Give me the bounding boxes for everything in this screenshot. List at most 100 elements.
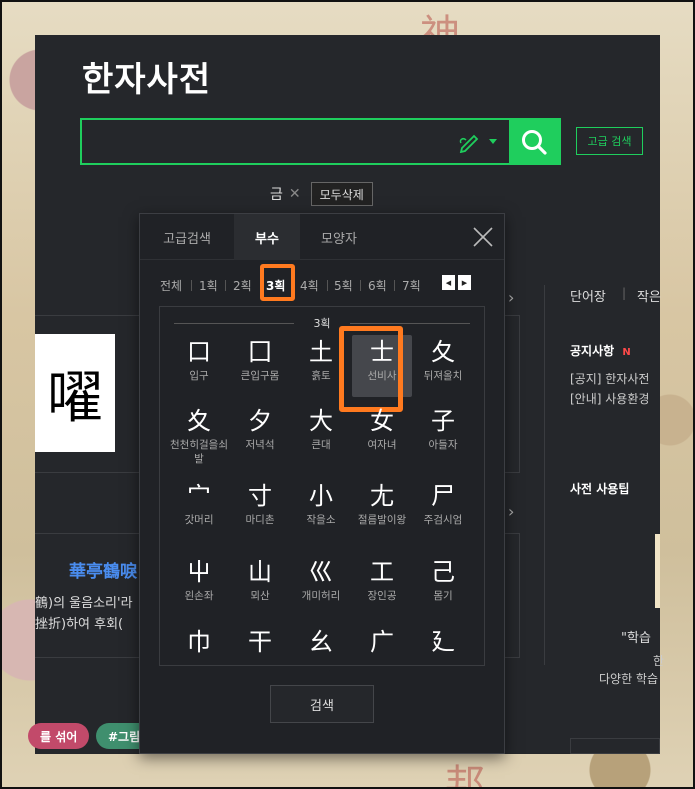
radical-item[interactable]: 巛 개미허리 bbox=[291, 555, 351, 603]
radical-item[interactable]: 巾 bbox=[169, 625, 229, 659]
more-chevron-icon[interactable]: › bbox=[508, 502, 514, 521]
radical-name: 천천히걸을쇠발 bbox=[170, 439, 228, 465]
radical-item[interactable]: 夂 뒤져올치 bbox=[413, 335, 473, 383]
idiom-link-text[interactable]: 華亭鶴唳 bbox=[69, 562, 137, 582]
radical-item[interactable]: 尢 절름발이왕 bbox=[352, 479, 412, 527]
selected-radical-highlight bbox=[339, 326, 403, 412]
radical-item[interactable]: 宀 갓머리 bbox=[169, 479, 229, 527]
tab-separator bbox=[394, 280, 395, 291]
page-title: 한자사전 bbox=[82, 60, 212, 100]
radical-name: 개미허리 bbox=[301, 590, 341, 602]
radical-item[interactable]: 女 여자녀 bbox=[352, 404, 412, 452]
radical-item[interactable]: 干 bbox=[230, 625, 290, 659]
tab-separator bbox=[191, 280, 192, 291]
radical-glyph: 尢 bbox=[370, 482, 394, 510]
radical-glyph: 尸 bbox=[431, 482, 455, 510]
close-icon[interactable] bbox=[472, 226, 494, 248]
radical-glyph: 广 bbox=[370, 628, 394, 656]
radical-name: 마디촌 bbox=[245, 514, 275, 526]
radical-name: 작을소 bbox=[306, 514, 336, 526]
radical-glyph: 女 bbox=[370, 407, 394, 435]
search-icon bbox=[522, 129, 547, 155]
idiom-description: 鶴)의 울음소리'라 bbox=[35, 596, 133, 611]
search-chip-label: 금 bbox=[270, 187, 283, 203]
right-tab-vocab[interactable]: 단어장 bbox=[570, 286, 606, 305]
radical-item[interactable]: 山 뫼산 bbox=[230, 555, 290, 603]
tab-shape[interactable]: 모양자 bbox=[300, 214, 378, 260]
stroke-group-header: 3획 bbox=[313, 317, 331, 330]
notice-item[interactable]: [안내] 사용환경 bbox=[570, 390, 649, 407]
radical-name: 몸기 bbox=[433, 590, 453, 602]
radical-glyph: 己 bbox=[431, 558, 455, 586]
column-divider bbox=[544, 285, 545, 665]
radical-glyph: 寸 bbox=[248, 482, 272, 510]
radical-item[interactable]: 幺 bbox=[291, 625, 351, 659]
radical-item[interactable]: 广 bbox=[352, 625, 412, 659]
tab-separator bbox=[225, 280, 226, 291]
prev-arrow-glyph: ◀ bbox=[445, 278, 452, 287]
radical-item[interactable]: 夊 천천히걸을쇠발 bbox=[169, 404, 229, 466]
radical-name: 여자녀 bbox=[367, 439, 397, 451]
radical-item[interactable]: 尸 주검시엄 bbox=[413, 479, 473, 527]
radical-glyph: 夂 bbox=[431, 338, 455, 366]
search-chip-row: 금 ✕ 모두삭제 bbox=[270, 182, 373, 206]
next-arrow-glyph: ▶ bbox=[461, 278, 468, 287]
handwriting-pen-icon[interactable] bbox=[458, 131, 482, 153]
next-arrow-icon[interactable]: ▶ bbox=[458, 275, 471, 290]
radical-item[interactable]: 口 입구 bbox=[169, 335, 229, 383]
radical-item[interactable]: 寸 마디촌 bbox=[230, 479, 290, 527]
stroke-tab-2[interactable]: 2획 bbox=[233, 272, 252, 298]
idiom-link[interactable]: 華亭鶴唳 bbox=[69, 557, 137, 582]
stroke-tab-4[interactable]: 4획 bbox=[300, 272, 319, 298]
radical-glyph: 大 bbox=[309, 407, 333, 435]
radical-item[interactable]: 大 큰대 bbox=[291, 404, 351, 452]
tab-radical[interactable]: 부수 bbox=[234, 214, 300, 260]
radical-item[interactable]: 工 장인공 bbox=[352, 555, 412, 603]
radical-glyph: 廴 bbox=[431, 628, 455, 656]
radical-glyph: 工 bbox=[370, 558, 394, 586]
clear-all-button[interactable]: 모두삭제 bbox=[310, 182, 373, 206]
radical-item[interactable]: 小 작을소 bbox=[291, 479, 351, 527]
radical-name: 절름발이왕 bbox=[357, 514, 407, 526]
radical-glyph: 小 bbox=[309, 482, 333, 510]
search-button[interactable] bbox=[509, 120, 559, 163]
right-tab-small[interactable]: 작은 bbox=[637, 286, 661, 305]
radical-item[interactable]: 夕 저녁석 bbox=[230, 404, 290, 452]
radical-item[interactable]: 廴 bbox=[413, 625, 473, 659]
radical-name: 저녁석 bbox=[245, 439, 275, 451]
tips-line: 한 bbox=[653, 654, 665, 668]
search-input[interactable] bbox=[82, 120, 452, 163]
radical-search-popup: 고급검색 부수 모양자 전체 1획 2획 3획 4획 5획 6획 7획 ◀ ▶ … bbox=[139, 213, 505, 754]
radical-grid: 3획 口 입구 囗 큰입구몸 土 흙토 士 선비사 夂 뒤져올치 夊 천천히걸을쇠발 夕 저녁석 大 큰대 女 여… bbox=[159, 306, 485, 666]
radical-item[interactable]: 子 아들자 bbox=[413, 404, 473, 452]
radical-item[interactable]: 屮 왼손좌 bbox=[169, 555, 229, 603]
stroke-tab-6[interactable]: 6획 bbox=[368, 272, 387, 298]
new-badge: N bbox=[622, 347, 631, 358]
radical-name: 큰입구몸 bbox=[240, 370, 280, 382]
radical-name: 뫼산 bbox=[250, 590, 270, 602]
stroke-tab-5[interactable]: 5획 bbox=[334, 272, 353, 298]
notice-item[interactable]: [공지] 한자사전 bbox=[570, 370, 649, 387]
radical-name: 주검시엄 bbox=[423, 514, 463, 526]
background-decoration: 邦 bbox=[445, 762, 485, 789]
popup-tab-bar: 고급검색 부수 모양자 bbox=[140, 214, 504, 260]
advanced-search-button[interactable]: 고급 검색 bbox=[576, 127, 643, 155]
stroke-tab-1[interactable]: 1획 bbox=[199, 272, 218, 298]
stroke-tab-7[interactable]: 7획 bbox=[402, 272, 421, 298]
prev-arrow-icon[interactable]: ◀ bbox=[442, 275, 455, 290]
radical-glyph: 宀 bbox=[187, 482, 211, 510]
radical-item[interactable]: 囗 큰입구몸 bbox=[230, 335, 290, 383]
idiom-description: 挫折)하여 후회( bbox=[35, 617, 124, 632]
stroke-tab-all[interactable]: 전체 bbox=[160, 272, 182, 298]
notice-title-text: 공지사항 bbox=[570, 344, 615, 358]
chevron-down-icon[interactable] bbox=[488, 138, 498, 146]
radical-search-button[interactable]: 검색 bbox=[270, 685, 374, 723]
radical-glyph: 屮 bbox=[187, 558, 211, 586]
radical-name: 뒤져올치 bbox=[423, 370, 463, 382]
radical-item[interactable]: 己 몸기 bbox=[413, 555, 473, 603]
radical-glyph: 夕 bbox=[248, 407, 272, 435]
tab-advanced-search[interactable]: 고급검색 bbox=[140, 214, 234, 260]
hashtag-chip[interactable]: 를 섞어 bbox=[28, 723, 90, 749]
more-chevron-icon[interactable]: › bbox=[508, 288, 514, 307]
close-icon[interactable]: ✕ bbox=[289, 186, 301, 202]
